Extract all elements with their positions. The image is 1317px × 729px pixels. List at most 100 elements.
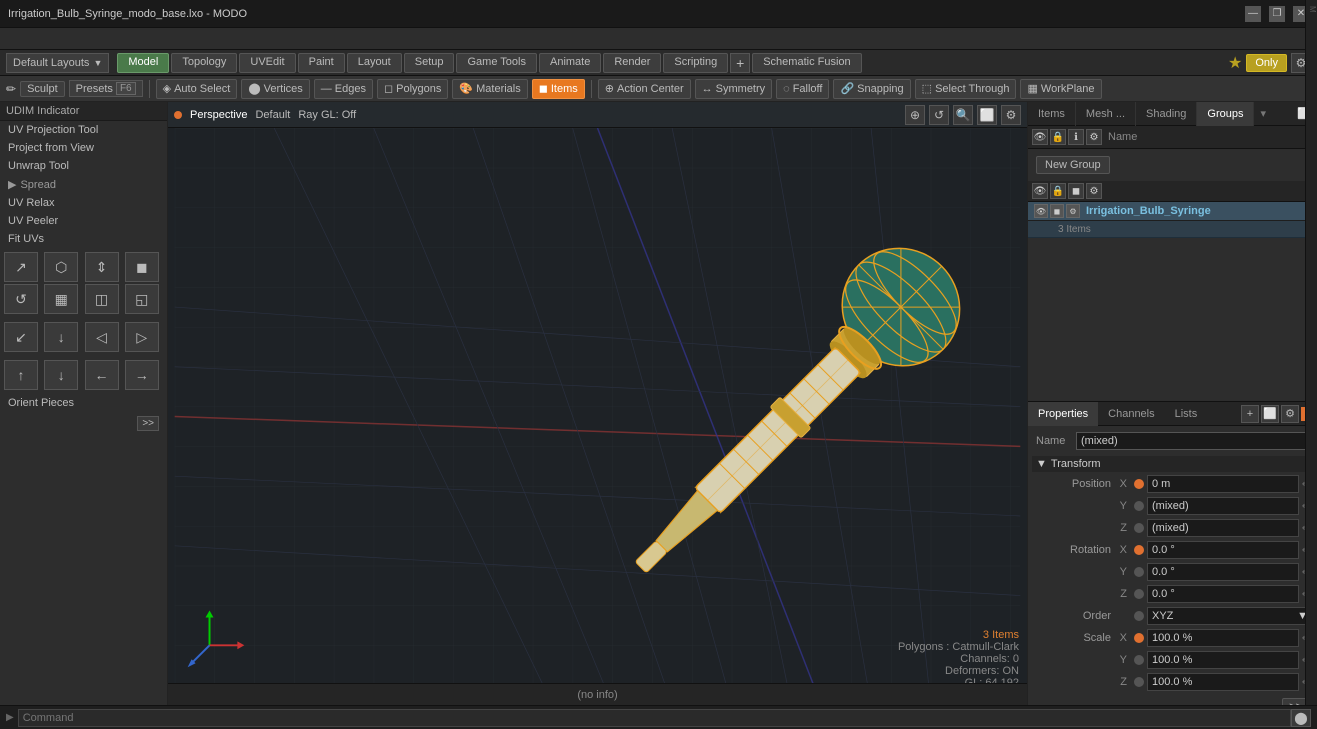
transform-section-header[interactable]: ▼ Transform [1032,456,1313,472]
position-z-indicator[interactable] [1134,523,1144,533]
tool-btn-2[interactable]: ⬡ [44,252,78,282]
mode-btn-setup[interactable]: Setup [404,53,455,73]
tool-btn-1[interactable]: ↗ [4,252,38,282]
scale-y-indicator[interactable] [1134,655,1144,665]
mode-btn-animate[interactable]: Animate [539,53,601,73]
tab-mesh[interactable]: Mesh ... [1076,102,1136,126]
viewport-rotate-btn[interactable]: ↺ [929,105,949,125]
mode-btn-game-tools[interactable]: Game Tools [456,53,537,73]
props-settings-btn[interactable]: ⚙ [1281,405,1299,423]
uv-relax[interactable]: UV Relax [0,194,167,212]
sel-tool-snapping[interactable]: 🔗Snapping [833,79,910,99]
nav-up-btn[interactable]: ↑ [4,360,38,390]
tab-items[interactable]: Items [1028,102,1076,126]
canvas-area[interactable]: 3 Items Polygons : Catmull-Clark Channel… [168,128,1027,705]
mode-btn-paint[interactable]: Paint [298,53,345,73]
order-indicator[interactable] [1134,611,1144,621]
scale-x-input[interactable] [1147,629,1299,647]
rotation-y-indicator[interactable] [1134,567,1144,577]
rotation-z-indicator[interactable] [1134,589,1144,599]
viewport-default-label[interactable]: Default [255,109,290,121]
arrow-btn-2[interactable]: ↓ [44,322,78,352]
position-y-input[interactable] [1147,497,1299,515]
rotation-x-input[interactable] [1147,541,1299,559]
settings-icon-2[interactable]: ⚙ [1086,183,1102,199]
position-y-indicator[interactable] [1134,501,1144,511]
position-z-input[interactable] [1147,519,1299,537]
item-gear-icon[interactable]: ⚙ [1066,204,1080,218]
lock-icon-2[interactable]: 🔒 [1050,183,1066,199]
arrow-btn-3[interactable]: ◁ [85,322,119,352]
expand-button[interactable]: >> [137,416,159,431]
arrow-btn-1[interactable]: ↙ [4,322,38,352]
fit-uvs[interactable]: Fit UVs [0,230,167,248]
arrow-btn-4[interactable]: ▷ [125,322,159,352]
rotation-y-input[interactable] [1147,563,1299,581]
scale-x-indicator[interactable] [1134,633,1144,643]
new-group-button[interactable]: New Group [1036,156,1110,174]
sculpt-button[interactable]: Sculpt [20,81,65,97]
sel-tool-materials[interactable]: 🎨Materials [452,79,527,99]
sel-tool-action_center[interactable]: ⊕Action Center [598,79,691,99]
viewport-zoom-btn[interactable]: 🔍 [953,105,973,125]
sel-tool-edges[interactable]: —Edges [314,79,373,99]
props-add-btn[interactable]: + [1241,405,1259,423]
lock-icon[interactable]: 🔒 [1050,129,1066,145]
tab-shading[interactable]: Shading [1136,102,1197,126]
scale-z-input[interactable] [1147,673,1299,691]
sel-tool-items[interactable]: ◼Items [532,79,585,99]
eye-icon-2[interactable]: 👁 [1032,183,1048,199]
tool-btn-8[interactable]: ◱ [125,284,159,314]
tab-lists[interactable]: Lists [1165,402,1208,426]
layout-dropdown[interactable]: Default Layouts ▼ [6,53,109,73]
item-name-label[interactable]: Irrigation_Bulb_Syringe [1086,205,1211,217]
tool-btn-4[interactable]: ◼ [125,252,159,282]
uv-projection-tool[interactable]: UV Projection Tool [0,121,167,139]
command-run-button[interactable]: ⬤ [1291,709,1311,727]
mode-btn-model[interactable]: Model [117,53,169,73]
rotation-x-indicator[interactable] [1134,545,1144,555]
settings-icon[interactable]: ⚙ [1086,129,1102,145]
position-x-indicator[interactable] [1134,479,1144,489]
position-x-input[interactable] [1147,475,1299,493]
scale-y-input[interactable] [1147,651,1299,669]
info-icon[interactable]: ℹ [1068,129,1084,145]
tab-properties[interactable]: Properties [1028,402,1098,426]
spread-item[interactable]: ▶ Spread [0,175,167,194]
eye-icon[interactable]: 👁 [1032,129,1048,145]
mode-btn-topology[interactable]: Topology [171,53,237,73]
order-dropdown[interactable]: XYZ ▼ [1147,607,1313,625]
restore-button[interactable]: ❐ [1269,6,1285,22]
minimize-button[interactable]: — [1245,6,1261,22]
viewport-frame-btn[interactable]: ⬜ [977,105,997,125]
sel-tool-vertices[interactable]: ⬤Vertices [241,79,309,99]
name-field-input[interactable] [1076,432,1309,450]
item-eye-icon[interactable]: 👁 [1034,204,1048,218]
tool-btn-5[interactable]: ↺ [4,284,38,314]
only-button[interactable]: Only [1246,54,1287,72]
tab-more-icon[interactable]: ▾ [1254,107,1272,120]
props-expand-btn[interactable]: ⬜ [1261,405,1279,423]
sel-tool-auto_select[interactable]: ◈Auto Select [156,79,238,99]
scale-z-indicator[interactable] [1134,677,1144,687]
rotation-z-input[interactable] [1147,585,1299,603]
viewport-raygl-label[interactable]: Ray GL: Off [298,109,356,121]
uv-peeler[interactable]: UV Peeler [0,212,167,230]
tab-channels[interactable]: Channels [1098,402,1164,426]
nav-right-btn[interactable]: → [125,360,159,390]
item-row-irrigation[interactable]: 👁 ◼ ⚙ Irrigation_Bulb_Syringe [1028,202,1317,221]
sel-tool-falloff[interactable]: ◌Falloff [776,79,829,99]
box-icon[interactable]: ◼ [1068,183,1084,199]
command-input[interactable] [18,709,1291,727]
unwrap-tool[interactable]: Unwrap Tool [0,157,167,175]
tab-groups[interactable]: Groups [1197,102,1254,126]
mode-btn-layout[interactable]: Layout [347,53,402,73]
tool-btn-7[interactable]: ◫ [85,284,119,314]
mode-btn-schematic-fusion[interactable]: Schematic Fusion [752,53,861,73]
sel-tool-workplane[interactable]: ▦WorkPlane [1020,79,1101,99]
mode-btn-uvedit[interactable]: UVEdit [239,53,295,73]
mode-btn-render[interactable]: Render [603,53,661,73]
viewport-settings-btn[interactable]: ⚙ [1001,105,1021,125]
project-from-view[interactable]: Project from View [0,139,167,157]
nav-left-btn[interactable]: ← [85,360,119,390]
